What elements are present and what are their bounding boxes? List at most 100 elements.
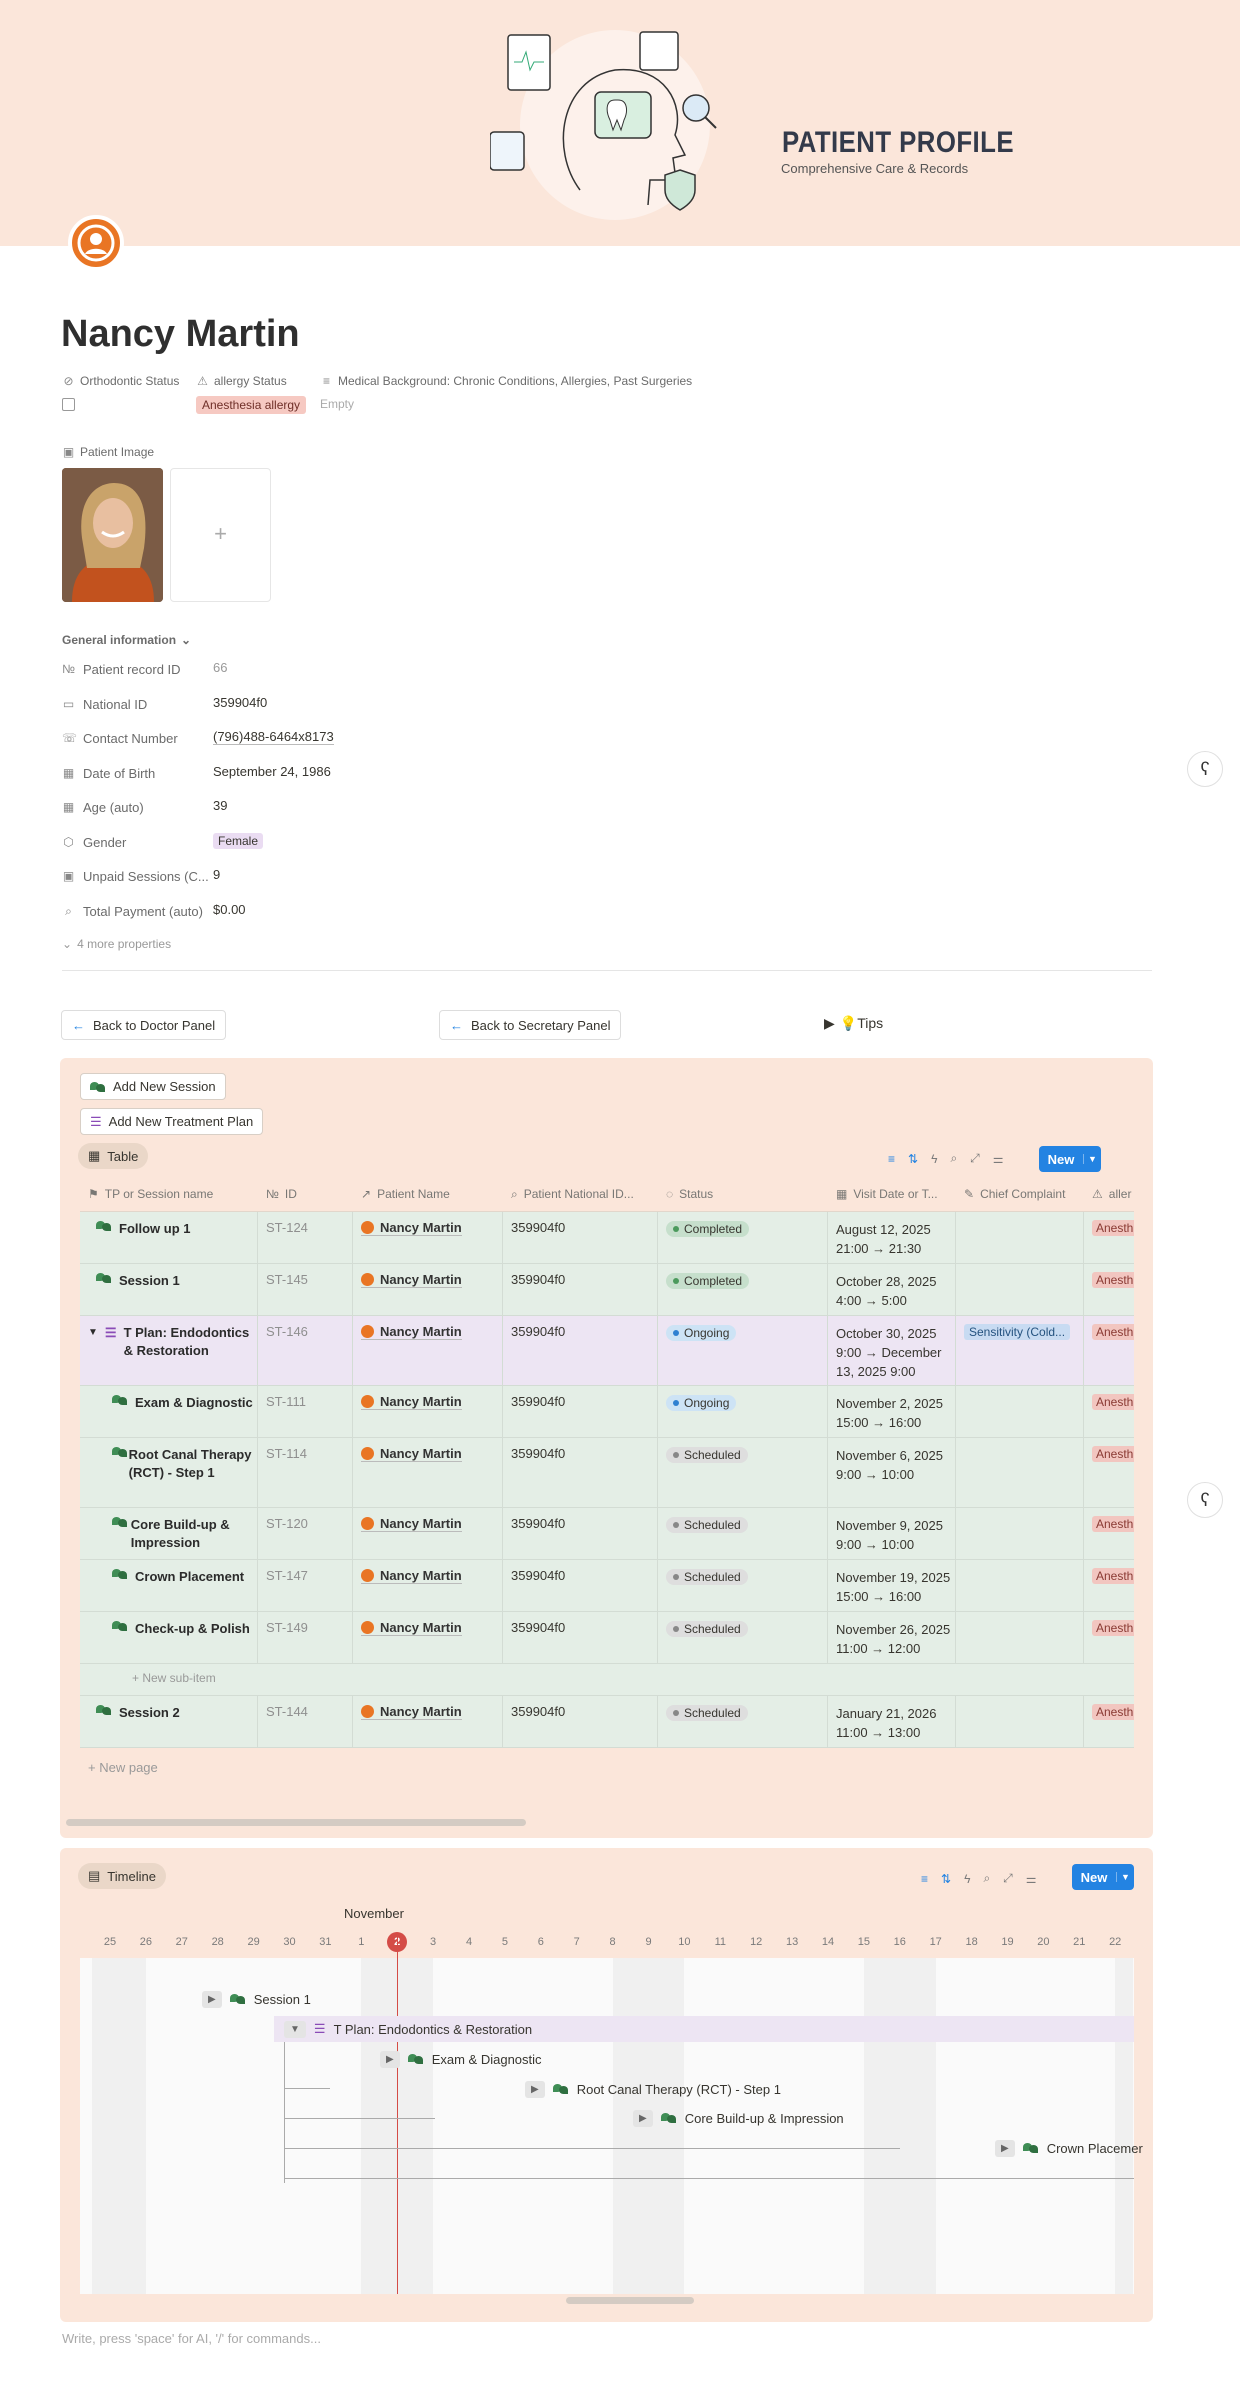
search-icon[interactable]: ⌕ [950, 1151, 957, 1166]
status-badge[interactable]: Scheduled [666, 1705, 748, 1721]
column-header[interactable]: ↗ Patient Name [353, 1178, 503, 1211]
patient-link[interactable]: Nancy Martin [361, 1394, 462, 1410]
timeline-item[interactable]: ▶ Exam & Diagnostic [380, 2046, 542, 2072]
allergy-tag[interactable]: Anesth [1092, 1568, 1134, 1584]
timeline-new-button[interactable]: New ▼ [1072, 1864, 1134, 1890]
column-header[interactable]: ◌ Status [658, 1178, 828, 1211]
property-value[interactable]: 66 [213, 660, 227, 675]
column-header[interactable]: ▦ Visit Date or T... [828, 1178, 956, 1211]
table-row[interactable]: Session 1 ST-145 Nancy Martin 359904f0 Compl… [80, 1264, 1134, 1316]
table-row[interactable]: Exam & Diagnostic ST-111 Nancy Martin 35990… [80, 1386, 1134, 1438]
allergy-tag[interactable]: Anesth [1092, 1272, 1134, 1288]
timeline-scrollbar-thumb[interactable] [566, 2297, 694, 2304]
settings-icon[interactable]: ⚌ [993, 1152, 1004, 1166]
triangle-down-icon[interactable]: ▼ [88, 1324, 98, 1360]
property-value[interactable]: (796)488-6464x8173 [213, 729, 334, 745]
triangle-right-icon[interactable]: ▶ [380, 2050, 400, 2068]
property-value[interactable]: Female [213, 832, 264, 849]
table-row[interactable]: ▼ ☰ T Plan: Endodontics & Restoration ST-14… [80, 1316, 1134, 1386]
sort-icon[interactable]: ⇅ [941, 1872, 951, 1886]
complaint-tag[interactable]: Sensitivity (Cold... [964, 1324, 1071, 1340]
add-image-button[interactable]: + [170, 468, 271, 602]
page-icon[interactable] [68, 215, 124, 271]
status-badge[interactable]: Scheduled [666, 1569, 748, 1585]
patient-link[interactable]: Nancy Martin [361, 1324, 462, 1340]
back-to-doctor-panel-button[interactable]: ← Back to Doctor Panel [61, 1010, 227, 1040]
status-badge[interactable]: Scheduled [666, 1517, 748, 1533]
general-information-toggle[interactable]: General information ⌄ [62, 633, 191, 647]
status-badge[interactable]: Ongoing [666, 1395, 737, 1411]
new-record-button[interactable]: New ▼ [1039, 1146, 1101, 1172]
add-new-treatment-plan-button[interactable]: ☰ Add New Treatment Plan [80, 1108, 264, 1135]
triangle-right-icon[interactable]: ▶ [633, 2109, 653, 2127]
filter-icon[interactable]: ≡ [921, 1872, 928, 1886]
medical-background-value[interactable]: Empty [320, 397, 354, 411]
add-new-session-button[interactable]: Add New Session [80, 1073, 226, 1100]
timeline-item[interactable]: ▶ Session 1 [202, 1986, 311, 2012]
column-header[interactable]: № ID [258, 1178, 353, 1211]
ai-assistant-icon[interactable]: ʕ [1187, 1482, 1223, 1518]
table-row[interactable]: Crown Placement ST-147 Nancy Martin 359904f… [80, 1560, 1134, 1612]
triangle-right-icon[interactable]: ▶ [202, 1990, 222, 2008]
triangle-right-icon[interactable]: ▶ [525, 2080, 545, 2098]
table-row[interactable]: Check-up & Polish ST-149 Nancy Martin 35990… [80, 1612, 1134, 1664]
settings-icon[interactable]: ⚌ [1026, 1872, 1037, 1886]
patient-link[interactable]: Nancy Martin [361, 1446, 462, 1462]
status-badge[interactable]: Completed [666, 1221, 750, 1237]
scrollbar-thumb[interactable] [66, 1819, 526, 1826]
property-value[interactable]: 39 [213, 798, 227, 813]
property-value[interactable]: 359904f0 [213, 695, 267, 710]
patient-link[interactable]: Nancy Martin [361, 1220, 462, 1236]
tab-timeline[interactable]: ▤ Timeline [78, 1863, 166, 1889]
allergy-tag[interactable]: Anesthesia allergy [196, 396, 307, 414]
tips-toggle[interactable]: ▶ 💡Tips [824, 1015, 883, 1032]
allergy-tag[interactable]: Anesth [1092, 1394, 1134, 1410]
allergy-tag[interactable]: Anesth [1092, 1620, 1134, 1636]
allergy-tag[interactable]: Anesth [1092, 1446, 1134, 1462]
patient-photo[interactable] [62, 468, 163, 602]
status-badge[interactable]: Scheduled [666, 1621, 748, 1637]
automation-icon[interactable]: ϟ [931, 1152, 937, 1166]
allergy-tag[interactable]: Anesth [1092, 1704, 1134, 1720]
property-value[interactable]: $0.00 [213, 902, 246, 917]
ai-assistant-icon[interactable]: ʕ [1187, 751, 1223, 787]
timeline-item[interactable]: ▶ Core Build-up & Impression [633, 2105, 844, 2131]
search-icon[interactable]: ⌕ [983, 1871, 990, 1886]
orthodontic-checkbox[interactable] [62, 398, 75, 411]
status-badge[interactable]: Completed [666, 1273, 750, 1289]
more-properties-toggle[interactable]: ⌄ 4 more properties [62, 937, 171, 951]
allergy-tag[interactable]: Anesth [1092, 1220, 1134, 1236]
timeline-item[interactable]: ▼ ☰ T Plan: Endodontics & Restoration [274, 2016, 1134, 2042]
filter-icon[interactable]: ≡ [888, 1152, 895, 1166]
table-row[interactable]: Root Canal Therapy (RCT) - Step 1 ST-114 N… [80, 1438, 1134, 1508]
timeline-item[interactable]: ▶ Root Canal Therapy (RCT) - Step 1 [525, 2076, 781, 2102]
table-row[interactable]: Session 2 ST-144 Nancy Martin 359904f0 Sched… [80, 1696, 1134, 1748]
new-page-button[interactable]: + New page [80, 1748, 1134, 1788]
patient-link[interactable]: Nancy Martin [361, 1568, 462, 1584]
triangle-right-icon[interactable]: ▶ [995, 2139, 1015, 2157]
tab-table[interactable]: ▦ Table [78, 1143, 149, 1169]
back-to-secretary-panel-button[interactable]: ← Back to Secretary Panel [439, 1010, 622, 1040]
patient-link[interactable]: Nancy Martin [361, 1704, 462, 1720]
status-badge[interactable]: Ongoing [666, 1325, 737, 1341]
table-row[interactable]: Core Build-up & Impression ST-120 Nancy Ma… [80, 1508, 1134, 1560]
automation-icon[interactable]: ϟ [964, 1872, 970, 1886]
column-header[interactable]: ⚠ aller [1084, 1178, 1134, 1211]
column-header[interactable]: ⚑ TP or Session name [80, 1178, 258, 1211]
patient-link[interactable]: Nancy Martin [361, 1272, 462, 1288]
timeline-item[interactable]: ▶ Crown Placemer [995, 2135, 1143, 2161]
expand-icon[interactable]: ⤢ [970, 1151, 980, 1166]
status-badge[interactable]: Scheduled [666, 1447, 748, 1463]
table-row[interactable]: Follow up 1 ST-124 Nancy Martin 359904f0 Com… [80, 1212, 1134, 1264]
new-sub-item-button[interactable]: + New sub-item [80, 1664, 1134, 1696]
allergy-tag[interactable]: Anesth [1092, 1324, 1134, 1340]
chevron-down-icon[interactable]: ▼ [1116, 1872, 1134, 1882]
patient-link[interactable]: Nancy Martin [361, 1516, 462, 1532]
property-value[interactable]: 9 [213, 867, 220, 882]
property-value[interactable]: September 24, 1986 [213, 764, 331, 779]
column-header[interactable]: ✎ Chief Complaint [956, 1178, 1084, 1211]
block-placeholder[interactable]: Write, press 'space' for AI, '/' for com… [62, 2331, 321, 2346]
triangle-down-icon[interactable]: ▼ [284, 2020, 306, 2038]
chevron-down-icon[interactable]: ▼ [1083, 1154, 1101, 1164]
sort-icon[interactable]: ⇅ [908, 1152, 918, 1166]
